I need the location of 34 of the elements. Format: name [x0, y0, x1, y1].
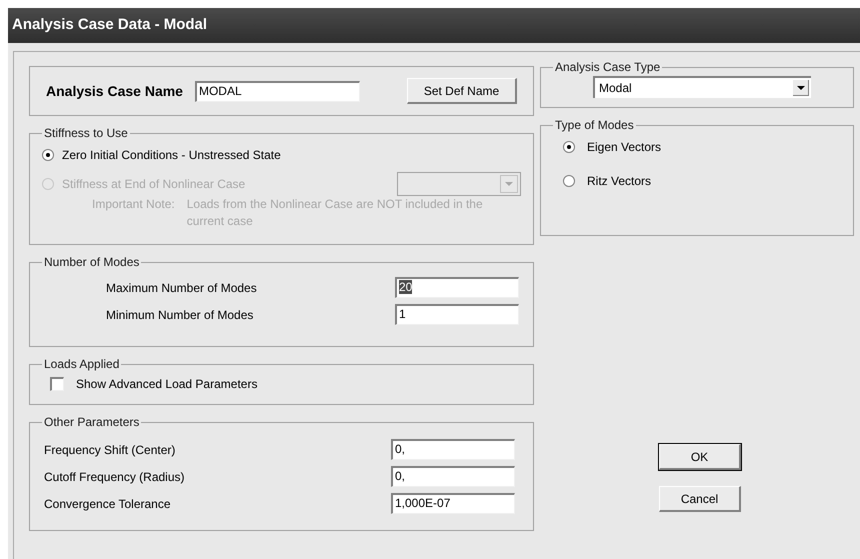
window-title: Analysis Case Data - Modal — [12, 15, 208, 36]
radio-button[interactable] — [563, 175, 575, 187]
field-label: Minimum Number of Modes — [106, 306, 254, 324]
group-title: Other Parameters — [43, 414, 140, 431]
group-title: Loads Applied — [43, 356, 120, 373]
note-text: Loads from the Nonlinear Case are NOT included in the current case — [186, 196, 484, 230]
case-type-dropdown[interactable]: Modal — [593, 76, 811, 98]
group-title: Number of Modes — [43, 254, 140, 271]
field-label: Frequency Shift (Center) — [44, 442, 176, 458]
name-label: Analysis Case Name — [46, 82, 183, 101]
checkbox-label: Show Advanced Load Parameters — [76, 376, 258, 393]
radio-label: Eigen Vectors — [587, 139, 662, 156]
input-field[interactable]: MODAL — [194, 80, 360, 102]
group-title: Type of Modes — [554, 117, 635, 134]
dialog-button[interactable]: OK — [659, 444, 741, 470]
dialog-button[interactable]: Set Def Name — [407, 78, 517, 104]
radio-label: Ritz Vectors — [587, 173, 652, 190]
dialog-button[interactable]: Cancel — [659, 486, 741, 512]
radio-button[interactable] — [563, 141, 575, 153]
radio-label: Zero Initial Conditions - Unstressed State — [62, 147, 281, 164]
input-field[interactable]: 0, — [391, 466, 515, 487]
input-field[interactable]: 1,000E-07 — [391, 493, 515, 514]
radio-label: Stiffness at End of Nonlinear Case — [62, 176, 246, 193]
field-label: Convergence Tolerance — [44, 496, 171, 512]
checkbox[interactable] — [50, 377, 64, 391]
input-field[interactable]: 20 — [395, 277, 519, 298]
input-field[interactable]: 1 — [395, 304, 519, 325]
field-label: Maximum Number of Modes — [106, 280, 257, 296]
note-label: Important Note: — [92, 196, 175, 213]
input-field[interactable]: 0, — [391, 439, 515, 460]
group-title: Stiffness to Use — [43, 125, 129, 142]
field-label: Cutoff Frequency (Radius) — [44, 468, 185, 486]
radio-button[interactable] — [42, 149, 54, 161]
group-title: Analysis Case Type — [554, 59, 662, 76]
